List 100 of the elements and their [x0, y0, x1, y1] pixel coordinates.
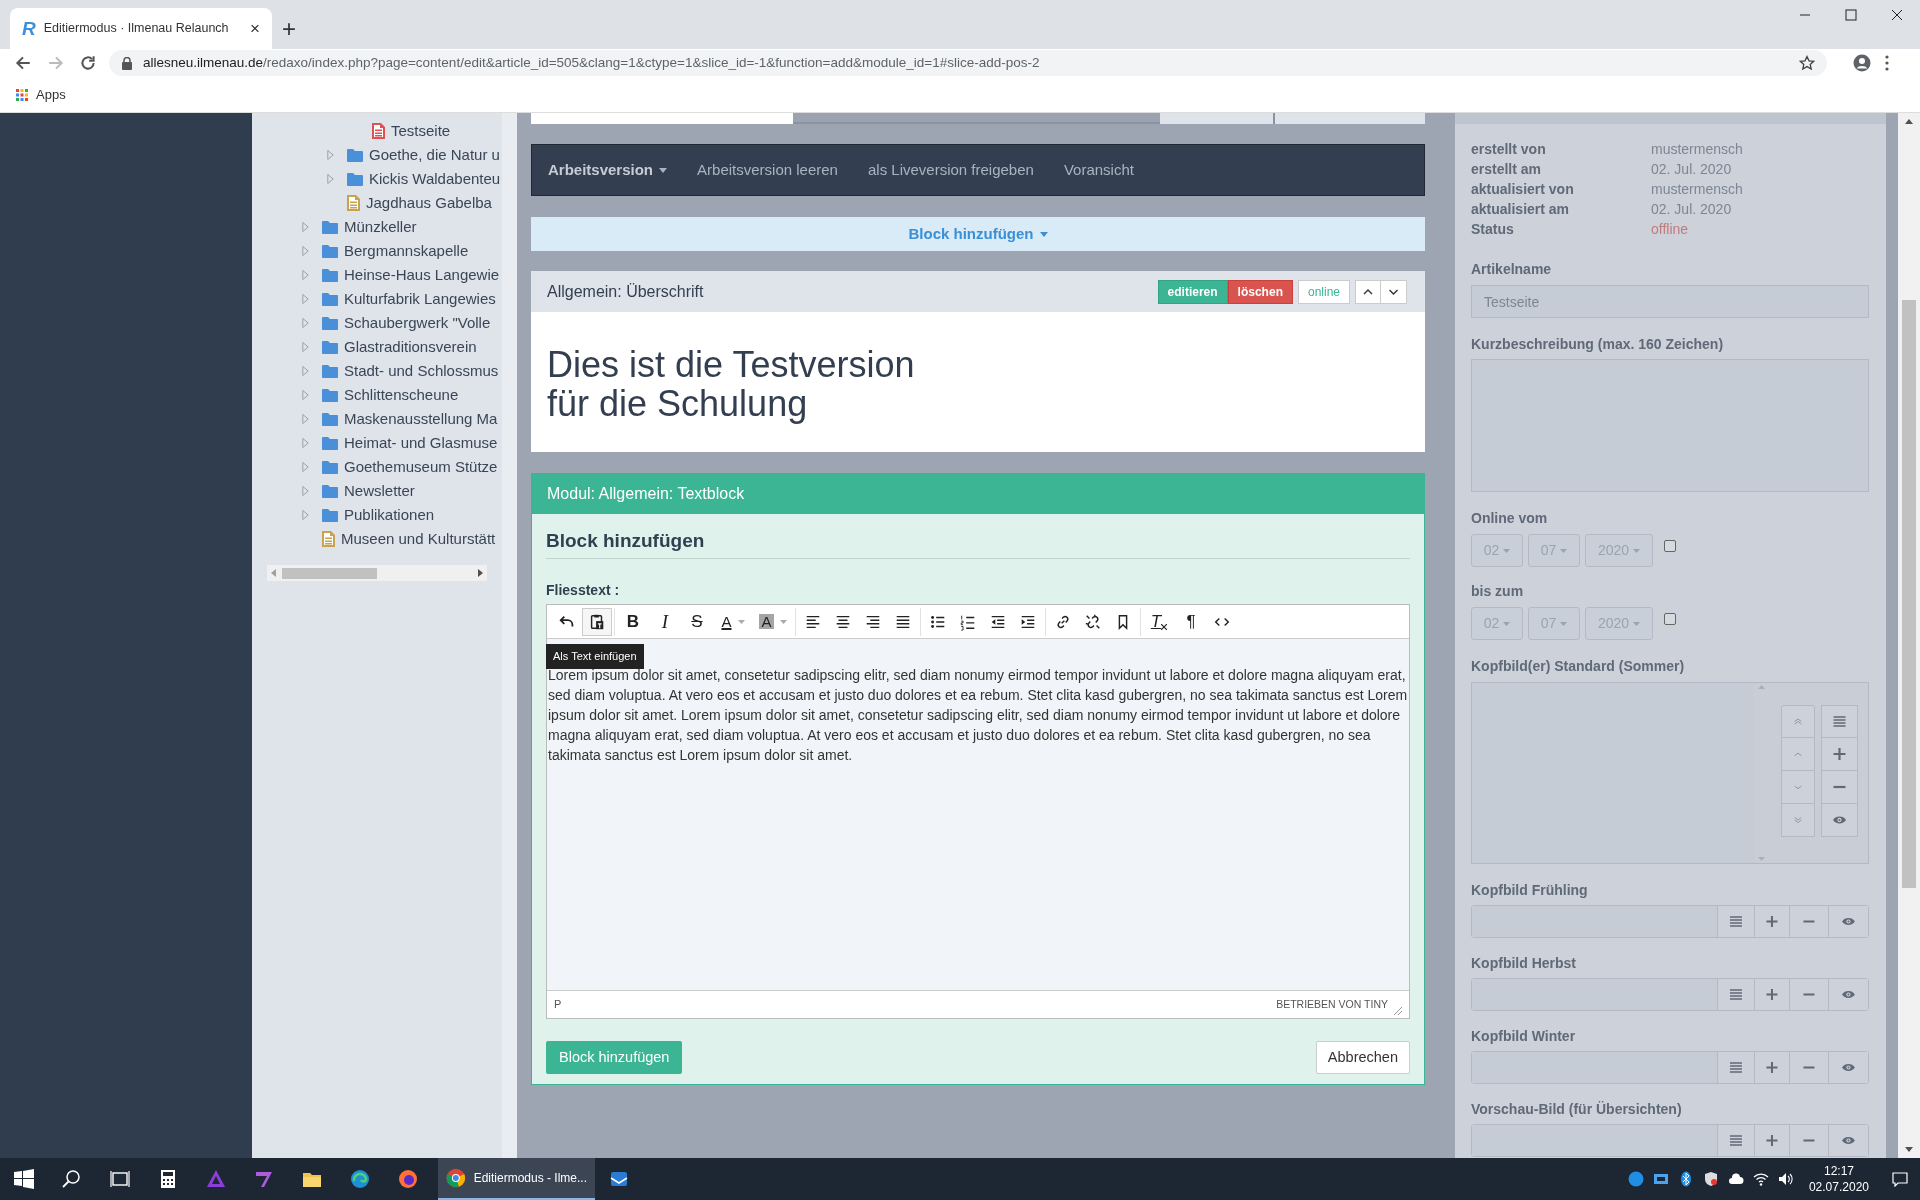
caret-icon: [1633, 621, 1641, 626]
menu-icon[interactable]: [1885, 55, 1889, 71]
bookmark-link[interactable]: Apps: [16, 84, 66, 105]
field-label: Online vom: [1471, 508, 1549, 528]
page-scrollbar[interactable]: [1898, 113, 1920, 1158]
tree-item[interactable]: Glastraditionsverein: [344, 335, 477, 359]
tree-item[interactable]: Goethe, die Natur u: [369, 143, 500, 167]
expand-arrow-icon[interactable]: [301, 509, 310, 521]
tree-item[interactable]: Heinse-Haus Langewie: [344, 263, 500, 287]
scroll-right-icon[interactable]: [478, 569, 483, 577]
volume-icon[interactable]: [1777, 1171, 1794, 1187]
tree-item[interactable]: Münzkeller: [344, 215, 417, 239]
checkbox[interactable]: [1664, 613, 1676, 625]
branding-link[interactable]: BETRIEBEN VON TINY: [1276, 996, 1388, 1013]
tree-item[interactable]: Schlittenscheune: [344, 383, 459, 407]
tree-item[interactable]: Bergmannskapelle: [344, 239, 469, 263]
cloud-icon[interactable]: [1727, 1171, 1744, 1187]
nav-link[interactable]: Arbeitsversion: [548, 158, 668, 182]
reload-icon[interactable]: [79, 54, 97, 72]
format-button[interactable]: A: [753, 607, 793, 636]
paste-text-icon[interactable]: [582, 607, 612, 636]
taskbar-window-button[interactable]: Editiermodus - Ilme...: [438, 1158, 595, 1200]
notification-icon[interactable]: [1892, 1171, 1908, 1187]
expand-arrow-icon[interactable]: [301, 437, 310, 449]
expand-arrow-icon[interactable]: [301, 269, 310, 281]
lock-icon: [121, 56, 133, 70]
minus-icon[interactable]: [1821, 771, 1858, 804]
expand-arrow-icon[interactable]: [301, 485, 310, 497]
resize-handle-icon[interactable]: [1394, 1006, 1402, 1015]
tree-item[interactable]: Maskenausstellung Ma: [344, 407, 498, 431]
plus-icon[interactable]: [1821, 738, 1858, 771]
form-button[interactable]: Abbrechen: [1315, 1041, 1410, 1074]
module-title: Modul: Allgemein: Textblock: [547, 484, 745, 504]
folder-icon: [322, 244, 338, 258]
format-button[interactable]: A: [713, 607, 753, 636]
tree-item[interactable]: Heimat- und Glasmuse: [344, 431, 498, 455]
field-label: Kurzbeschreibung (max. 160 Zeichen): [1471, 334, 1725, 354]
scrollbar-thumb[interactable]: [1902, 300, 1916, 888]
expand-arrow-icon[interactable]: [301, 365, 310, 377]
scroll-down-icon[interactable]: [1905, 1147, 1913, 1152]
move-up-button[interactable]: [1355, 279, 1381, 304]
tree-item[interactable]: Kickis Waldabenteu: [369, 167, 501, 191]
device-icon[interactable]: [1652, 1171, 1669, 1187]
caret-icon: [1503, 548, 1511, 553]
slice-action-button[interactable]: löschen: [1227, 279, 1293, 304]
tree-item[interactable]: Stadt- und Schlossmus: [344, 359, 499, 383]
tree-item[interactable]: Museen und Kulturstätt: [341, 527, 496, 551]
expand-arrow-icon[interactable]: [301, 389, 310, 401]
expand-arrow-icon[interactable]: [326, 173, 335, 185]
nav-link[interactable]: Arbeitsversion leeren: [697, 158, 838, 182]
format-button[interactable]: I: [649, 607, 681, 636]
rich-text-editor[interactable]: [546, 604, 1410, 1019]
caret-icon: [1503, 621, 1511, 626]
format-button[interactable]: ¶: [1175, 607, 1207, 636]
expand-arrow-icon[interactable]: [326, 149, 335, 161]
move-down-button[interactable]: [1381, 279, 1407, 304]
folder-icon: [322, 508, 338, 522]
expand-arrow-icon[interactable]: [301, 341, 310, 353]
tree-item[interactable]: Newsletter: [344, 479, 415, 503]
expand-arrow-icon[interactable]: [301, 461, 310, 473]
tree-item[interactable]: Jagdhaus Gabelba: [366, 191, 492, 215]
back-arrow-icon[interactable]: [14, 54, 32, 72]
tooltip: Als Text einfügen: [546, 644, 644, 669]
scroll-up-icon[interactable]: [1905, 119, 1913, 124]
clock-date[interactable]: 02.07.2020: [1808, 1179, 1869, 1195]
tree-item[interactable]: Goethemuseum Stütze: [344, 455, 498, 479]
list-icon[interactable]: [1821, 705, 1858, 738]
expand-arrow-icon[interactable]: [301, 293, 310, 305]
eye-icon[interactable]: [1821, 804, 1858, 837]
tree-item[interactable]: Publikationen: [344, 503, 435, 527]
tree-item[interactable]: Testseite: [391, 119, 451, 143]
scroll-left-icon[interactable]: [271, 569, 276, 577]
star-icon[interactable]: [1799, 55, 1815, 71]
folder-icon: [322, 460, 338, 474]
tab-close-button[interactable]: ×: [250, 20, 260, 37]
expand-arrow-icon[interactable]: [301, 317, 310, 329]
checkbox[interactable]: [1664, 540, 1676, 552]
clock-time[interactable]: 12:17: [1823, 1163, 1854, 1179]
profile-icon[interactable]: [1853, 54, 1871, 72]
wifi-icon[interactable]: [1752, 1171, 1769, 1187]
site-logo: R: [22, 19, 36, 38]
new-tab-button[interactable]: +: [282, 17, 296, 41]
shield-icon[interactable]: [1702, 1171, 1719, 1187]
folder-icon: [322, 220, 338, 234]
folder-icon: [347, 148, 363, 162]
forward-arrow-icon[interactable]: [47, 54, 65, 72]
format-button[interactable]: B: [617, 607, 649, 636]
format-button[interactable]: S: [681, 607, 713, 636]
expand-arrow-icon[interactable]: [301, 221, 310, 233]
format-button[interactable]: T: [1143, 607, 1175, 636]
tree-item[interactable]: Kulturfabrik Langewies: [344, 287, 496, 311]
tree-item[interactable]: Schaubergwerk "Volle: [344, 311, 491, 335]
address-bar[interactable]: allesneu.ilmenau.de/redaxo/index.php?page=content/edit&article_id=505&clang=1&ctype=1&slice_id=-1&function=add&module_id=1#slice-add-pos-2: [109, 50, 1827, 76]
expand-arrow-icon[interactable]: [301, 413, 310, 425]
browser-tab[interactable]: R Editiermodus · Ilmenau Relaunch ×: [10, 8, 272, 49]
horizontal-scrollbar[interactable]: [267, 565, 487, 581]
expand-arrow-icon[interactable]: [301, 245, 310, 257]
nav-link[interactable]: Voransicht: [1063, 158, 1134, 182]
nav-link[interactable]: als Liveversion freigeben: [867, 158, 1034, 182]
scrollbar-thumb[interactable]: [282, 567, 377, 579]
